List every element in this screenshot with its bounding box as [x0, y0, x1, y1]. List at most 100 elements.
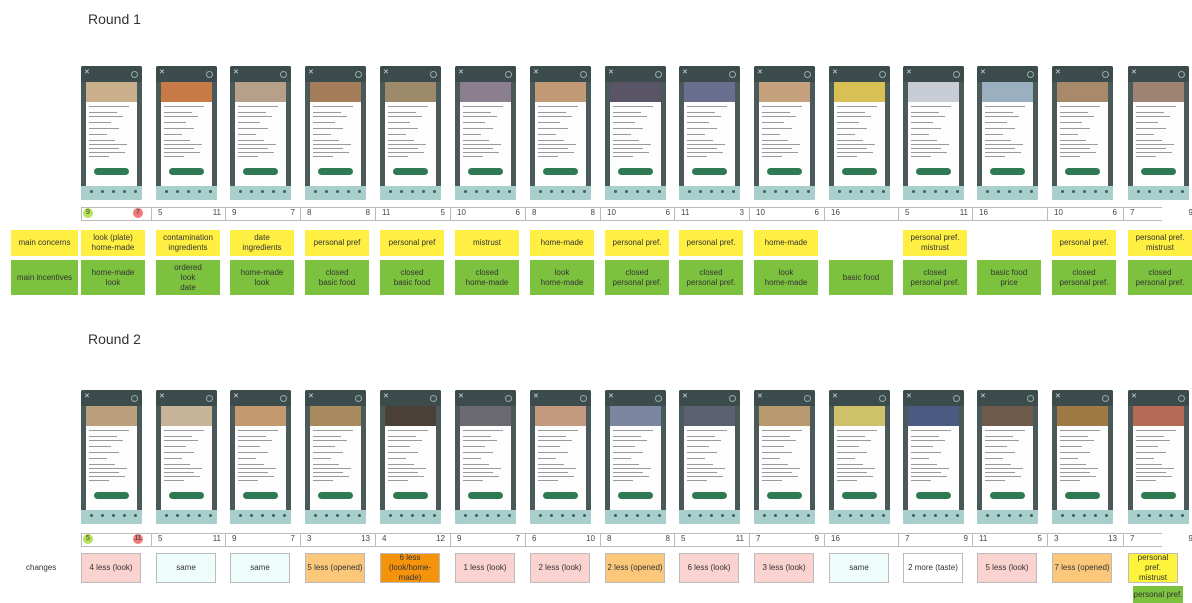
nav-icon[interactable] — [123, 190, 126, 193]
nav-icon[interactable] — [997, 190, 1000, 193]
action-button[interactable] — [618, 492, 653, 499]
nav-icon[interactable] — [807, 514, 810, 517]
nav-icon[interactable] — [774, 190, 777, 193]
nav-icon[interactable] — [945, 190, 948, 193]
nav-icon[interactable] — [347, 190, 350, 193]
nav-icon[interactable] — [1137, 190, 1140, 193]
action-button[interactable] — [243, 168, 278, 175]
nav-icon[interactable] — [90, 514, 93, 517]
nav-icon[interactable] — [134, 514, 137, 517]
nav-icon[interactable] — [486, 514, 489, 517]
nav-icon[interactable] — [1137, 514, 1140, 517]
nav-icon[interactable] — [1105, 514, 1108, 517]
nav-icon[interactable] — [636, 190, 639, 193]
nav-icon[interactable] — [336, 190, 339, 193]
nav-icon[interactable] — [860, 514, 863, 517]
action-button[interactable] — [543, 492, 578, 499]
nav-icon[interactable] — [1030, 514, 1033, 517]
nav-icon[interactable] — [475, 514, 478, 517]
action-button[interactable] — [543, 168, 578, 175]
nav-icon[interactable] — [422, 190, 425, 193]
nav-icon[interactable] — [647, 514, 650, 517]
nav-icon[interactable] — [1072, 514, 1075, 517]
action-button[interactable] — [393, 492, 428, 499]
nav-icon[interactable] — [358, 514, 361, 517]
nav-icon[interactable] — [614, 514, 617, 517]
action-button[interactable] — [767, 168, 802, 175]
nav-icon[interactable] — [1019, 514, 1022, 517]
nav-icon[interactable] — [464, 190, 467, 193]
action-button[interactable] — [692, 168, 727, 175]
action-button[interactable] — [318, 492, 353, 499]
action-button[interactable] — [1065, 492, 1100, 499]
nav-icon[interactable] — [912, 514, 915, 517]
nav-icon[interactable] — [325, 514, 328, 517]
nav-icon[interactable] — [187, 514, 190, 517]
nav-icon[interactable] — [721, 190, 724, 193]
nav-icon[interactable] — [838, 190, 841, 193]
nav-icon[interactable] — [272, 514, 275, 517]
nav-icon[interactable] — [796, 190, 799, 193]
nav-icon[interactable] — [1181, 514, 1184, 517]
nav-icon[interactable] — [688, 514, 691, 517]
action-button[interactable] — [169, 168, 204, 175]
nav-icon[interactable] — [882, 514, 885, 517]
nav-icon[interactable] — [1148, 514, 1151, 517]
action-button[interactable] — [393, 168, 428, 175]
nav-icon[interactable] — [239, 514, 242, 517]
nav-icon[interactable] — [710, 190, 713, 193]
action-button[interactable] — [842, 492, 877, 499]
nav-icon[interactable] — [250, 190, 253, 193]
nav-icon[interactable] — [433, 190, 436, 193]
nav-icon[interactable] — [422, 514, 425, 517]
nav-icon[interactable] — [849, 190, 852, 193]
nav-icon[interactable] — [849, 514, 852, 517]
nav-icon[interactable] — [1072, 190, 1075, 193]
nav-icon[interactable] — [699, 190, 702, 193]
nav-icon[interactable] — [785, 514, 788, 517]
nav-icon[interactable] — [497, 514, 500, 517]
nav-icon[interactable] — [389, 514, 392, 517]
nav-icon[interactable] — [411, 514, 414, 517]
nav-icon[interactable] — [625, 514, 628, 517]
nav-icon[interactable] — [1083, 514, 1086, 517]
action-button[interactable] — [916, 168, 951, 175]
nav-icon[interactable] — [209, 514, 212, 517]
nav-icon[interactable] — [508, 190, 511, 193]
nav-icon[interactable] — [986, 190, 989, 193]
nav-icon[interactable] — [1008, 514, 1011, 517]
nav-icon[interactable] — [763, 514, 766, 517]
nav-icon[interactable] — [314, 190, 317, 193]
nav-icon[interactable] — [314, 514, 317, 517]
action-button[interactable] — [243, 492, 278, 499]
action-button[interactable] — [468, 168, 503, 175]
nav-icon[interactable] — [198, 514, 201, 517]
nav-icon[interactable] — [572, 190, 575, 193]
nav-icon[interactable] — [261, 190, 264, 193]
action-button[interactable] — [169, 492, 204, 499]
nav-icon[interactable] — [261, 514, 264, 517]
nav-icon[interactable] — [1083, 190, 1086, 193]
nav-icon[interactable] — [923, 514, 926, 517]
nav-icon[interactable] — [912, 190, 915, 193]
nav-icon[interactable] — [486, 190, 489, 193]
nav-icon[interactable] — [464, 514, 467, 517]
nav-icon[interactable] — [250, 514, 253, 517]
nav-icon[interactable] — [101, 190, 104, 193]
nav-icon[interactable] — [1094, 190, 1097, 193]
nav-icon[interactable] — [945, 514, 948, 517]
nav-icon[interactable] — [358, 190, 361, 193]
nav-icon[interactable] — [923, 190, 926, 193]
nav-icon[interactable] — [807, 190, 810, 193]
nav-icon[interactable] — [636, 514, 639, 517]
action-button[interactable] — [618, 168, 653, 175]
nav-icon[interactable] — [956, 514, 959, 517]
nav-icon[interactable] — [647, 190, 650, 193]
nav-icon[interactable] — [1159, 190, 1162, 193]
nav-icon[interactable] — [710, 514, 713, 517]
nav-icon[interactable] — [389, 190, 392, 193]
nav-icon[interactable] — [508, 514, 511, 517]
nav-icon[interactable] — [187, 190, 190, 193]
nav-icon[interactable] — [732, 514, 735, 517]
nav-icon[interactable] — [986, 514, 989, 517]
